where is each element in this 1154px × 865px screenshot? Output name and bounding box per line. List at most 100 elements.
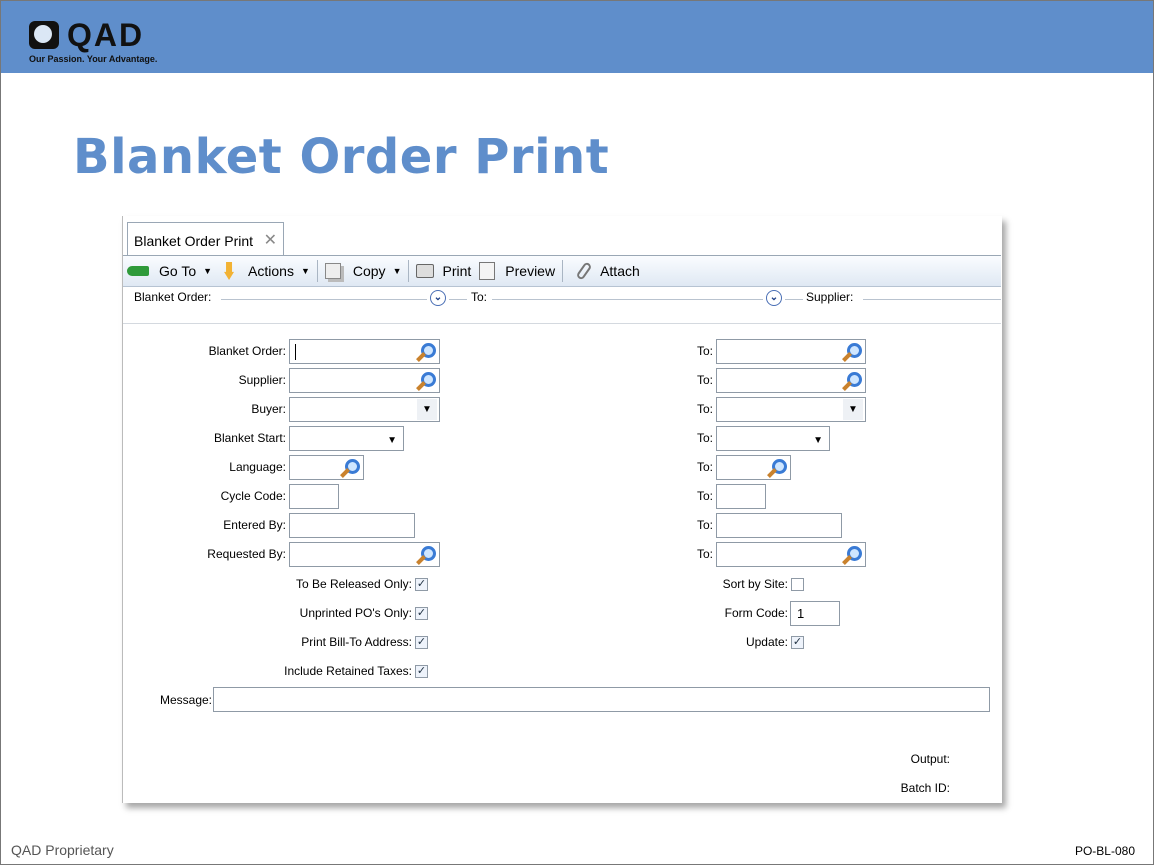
- unprinted-pos-only-label: Unprinted PO's Only:: [299, 606, 412, 620]
- form-code-label: Form Code:: [724, 606, 788, 620]
- language-input[interactable]: [289, 455, 364, 480]
- buyer-select[interactable]: ▼: [289, 397, 440, 422]
- search-icon[interactable]: [772, 459, 787, 474]
- chevron-down-icon: ▼: [392, 266, 402, 276]
- buyer-to-select[interactable]: ▼: [716, 397, 866, 422]
- text-cursor: [295, 344, 296, 360]
- blanket-start-to-date[interactable]: ▼: [716, 426, 830, 451]
- actions-button[interactable]: Actions ▼: [216, 259, 314, 283]
- supplier-to-input[interactable]: [716, 368, 866, 393]
- unprinted-pos-only-checkbox[interactable]: ✓: [415, 607, 428, 620]
- filter-line: [449, 299, 467, 300]
- attach-label: Attach: [600, 263, 640, 279]
- printer-icon: [416, 264, 435, 278]
- qad-logo: QAD: [29, 19, 144, 51]
- supplier-input[interactable]: [289, 368, 440, 393]
- tab-label: Blanket Order Print: [134, 233, 254, 249]
- page-title: Blanket Order Print: [73, 129, 610, 185]
- entered-by-to-label: To:: [696, 518, 713, 532]
- sort-by-site-checkbox[interactable]: [791, 578, 804, 591]
- chevron-down-icon[interactable]: ▼: [387, 435, 397, 446]
- buyer-to-label: To:: [696, 402, 713, 416]
- buyer-label: Buyer:: [251, 402, 286, 416]
- language-to-input[interactable]: [716, 455, 791, 480]
- language-to-label: To:: [696, 460, 713, 474]
- filter-line: [785, 299, 803, 300]
- footer-code: PO-BL-080: [1074, 844, 1135, 858]
- sort-by-site-label: Sort by Site:: [722, 577, 788, 591]
- copy-label: Copy: [352, 263, 386, 279]
- blanket-order-to-label: To:: [696, 344, 713, 358]
- chevron-down-icon[interactable]: ▼: [843, 399, 863, 420]
- close-icon[interactable]: ✕: [264, 230, 277, 250]
- entered-by-to-input[interactable]: [716, 513, 842, 538]
- app-window: Blanket Order Print ✕ Go To ▼ Actions ▼ …: [122, 216, 1002, 803]
- copy-icon: [324, 263, 341, 279]
- form-code-input[interactable]: 1: [790, 601, 840, 626]
- filter-line: [863, 299, 1001, 300]
- chevron-down-icon: ▼: [300, 266, 310, 276]
- filter-to-label: To:: [471, 290, 488, 304]
- chevron-down-icon[interactable]: ⌄: [430, 290, 446, 306]
- include-retained-taxes-label: Include Retained Taxes:: [284, 664, 412, 678]
- language-label: Language:: [229, 460, 286, 474]
- search-icon[interactable]: [421, 343, 436, 358]
- actions-label: Actions: [248, 263, 294, 279]
- preview-label: Preview: [505, 263, 556, 279]
- chevron-down-icon[interactable]: ▼: [813, 435, 823, 446]
- goto-button[interactable]: Go To ▼: [123, 259, 216, 283]
- message-input[interactable]: [213, 687, 990, 712]
- copy-button[interactable]: Copy ▼: [321, 259, 406, 283]
- blanket-start-to-label: To:: [696, 431, 713, 445]
- blanket-order-input[interactable]: [289, 339, 440, 364]
- search-icon[interactable]: [421, 372, 436, 387]
- chevron-down-icon[interactable]: ▼: [417, 399, 437, 420]
- requested-by-input[interactable]: [289, 542, 440, 567]
- blanket-start-date[interactable]: ▼: [289, 426, 404, 451]
- search-icon[interactable]: [421, 546, 436, 561]
- cycle-code-to-label: To:: [696, 489, 713, 503]
- goto-label: Go To: [159, 263, 197, 279]
- filter-supplier-label: Supplier:: [806, 290, 854, 304]
- preview-icon: [479, 262, 496, 280]
- include-retained-taxes-checkbox[interactable]: ✓: [415, 665, 428, 678]
- supplier-to-label: To:: [696, 373, 713, 387]
- actions-icon: [224, 262, 235, 280]
- paperclip-icon: [575, 261, 593, 281]
- preview-button[interactable]: Preview: [475, 259, 559, 283]
- supplier-label: Supplier:: [238, 373, 286, 387]
- cycle-code-input[interactable]: [289, 484, 339, 509]
- blanket-order-to-input[interactable]: [716, 339, 866, 364]
- entered-by-input[interactable]: [289, 513, 415, 538]
- entered-by-label: Entered By:: [223, 518, 286, 532]
- toolbar-divider: [316, 260, 318, 282]
- blanket-order-label: Blanket Order:: [208, 344, 286, 358]
- print-bill-to-address-checkbox[interactable]: ✓: [415, 636, 428, 649]
- filter-line: [221, 299, 427, 300]
- to-be-released-only-checkbox[interactable]: ✓: [415, 578, 428, 591]
- search-icon[interactable]: [345, 459, 360, 474]
- filter-blanket-order-label: Blanket Order:: [134, 290, 212, 304]
- tab-blanket-order-print[interactable]: Blanket Order Print ✕: [127, 222, 284, 256]
- requested-by-to-label: To:: [696, 547, 713, 561]
- cycle-code-to-input[interactable]: [716, 484, 766, 509]
- to-be-released-only-label: To Be Released Only:: [295, 577, 412, 591]
- search-icon[interactable]: [847, 546, 862, 561]
- search-icon[interactable]: [847, 343, 862, 358]
- brand-name: QAD: [67, 17, 145, 53]
- chevron-down-icon[interactable]: ⌄: [766, 290, 782, 306]
- update-checkbox[interactable]: ✓: [791, 636, 804, 649]
- requested-by-label: Requested By:: [207, 547, 286, 561]
- search-icon[interactable]: [847, 372, 862, 387]
- filter-line: [492, 299, 763, 300]
- blanket-start-label: Blanket Start:: [213, 431, 286, 445]
- attach-button[interactable]: Attach: [566, 259, 644, 283]
- message-label: Message:: [159, 693, 212, 707]
- qad-logo-icon: [29, 21, 59, 49]
- filter-bar: Blanket Order: ⌄ To: ⌄ Supplier:: [123, 289, 1001, 307]
- requested-by-to-input[interactable]: [716, 542, 866, 567]
- print-label: Print: [442, 263, 472, 279]
- chevron-down-icon: ▼: [203, 266, 213, 276]
- print-button[interactable]: Print: [412, 259, 475, 283]
- brand-tagline: Our Passion. Your Advantage.: [29, 54, 158, 64]
